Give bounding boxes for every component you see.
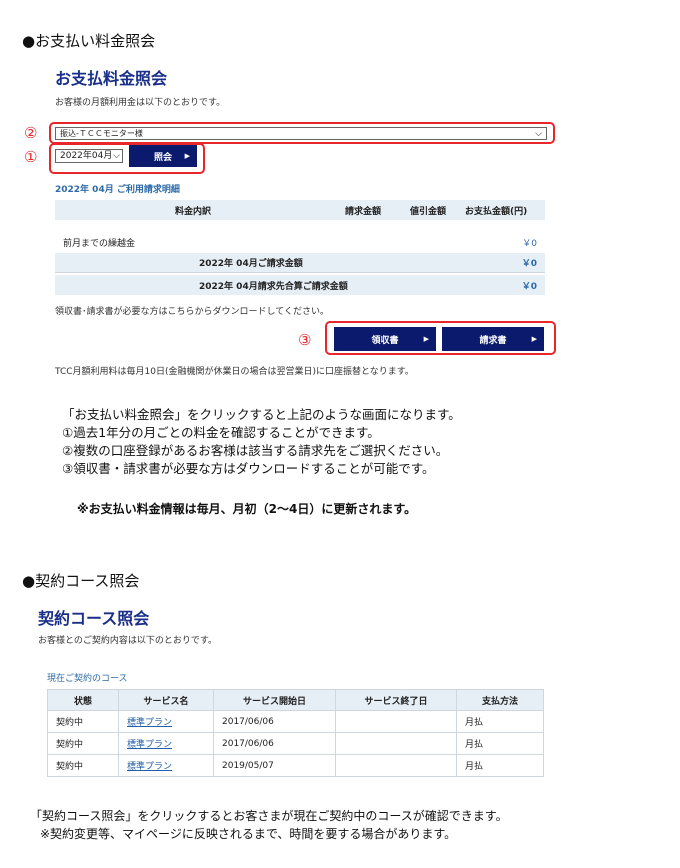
month-select-value: 2022年04月 bbox=[60, 151, 113, 161]
invoice-download-button[interactable]: 請求書 ▶ bbox=[442, 327, 544, 351]
download-note: 領収書･請求書が必要な方はこちらからダウンロードしてください。 bbox=[55, 307, 329, 317]
cell-service: 標準プラン bbox=[118, 732, 214, 755]
header-breakdown: 料金内訳 bbox=[175, 206, 212, 217]
cell-start: 2017/06/06 bbox=[213, 732, 336, 755]
inquiry-button-label: 照会 bbox=[153, 152, 172, 163]
row-label: 2022年 04月ご請求金額 bbox=[199, 259, 303, 269]
cell-status: 契約中 bbox=[47, 710, 119, 733]
row-label: 2022年 04月請求先合算ご請求金額 bbox=[199, 281, 348, 292]
account-select[interactable]: 振込-ＴＣＣモニター様 ⌵ bbox=[55, 127, 547, 140]
table-row: 契約中 標準プラン 2017/06/06 月払 bbox=[47, 710, 544, 733]
header-discount: 値引金額 bbox=[410, 206, 447, 217]
cell-status: 契約中 bbox=[47, 732, 119, 755]
page-title-payment: お支払料金照会 bbox=[55, 69, 168, 88]
header-payment: お支払金額(円) bbox=[465, 206, 528, 217]
account-select-value: 振込-ＴＣＣモニター様 bbox=[60, 129, 143, 138]
cell-end bbox=[335, 710, 457, 733]
invoice-button-label: 請求書 bbox=[479, 335, 507, 346]
cell-end bbox=[335, 732, 457, 755]
cell-payment: 月払 bbox=[456, 710, 544, 733]
header-payment-method: 支払方法 bbox=[456, 689, 544, 711]
cell-start: 2019/05/07 bbox=[213, 754, 336, 777]
marker-3: ③ bbox=[298, 331, 312, 349]
receipt-button-label: 領収書 bbox=[371, 335, 399, 346]
cell-end bbox=[335, 754, 457, 777]
row-label: 前月までの繰越金 bbox=[63, 238, 136, 249]
cell-status: 契約中 bbox=[47, 754, 119, 777]
row-value: ￥0 bbox=[521, 259, 537, 269]
update-note: ※お支払い料金情報は毎月、月初（2～4日）に更新されます。 bbox=[77, 502, 417, 516]
table-header-row: 状態 サービス名 サービス開始日 サービス終了日 支払方法 bbox=[47, 689, 544, 711]
current-course-label: 現在ご契約のコース bbox=[47, 674, 128, 684]
header-status: 状態 bbox=[47, 689, 119, 711]
explanation-line: 「お支払い料金照会」をクリックすると上記のような画面になります。 bbox=[62, 407, 461, 422]
header-start: サービス開始日 bbox=[213, 689, 336, 711]
row-value: ￥0 bbox=[521, 281, 537, 292]
inquiry-button[interactable]: 照会 ▶ bbox=[129, 145, 197, 167]
contract-table: 状態 サービス名 サービス開始日 サービス終了日 支払方法 契約中 標準プラン … bbox=[47, 689, 544, 777]
service-link[interactable]: 標準プラン bbox=[127, 718, 172, 728]
billing-row: 前月までの繰越金 ￥0 bbox=[55, 232, 545, 252]
table-row: 契約中 標準プラン 2017/06/06 月払 bbox=[47, 732, 544, 755]
marker-1: ① bbox=[24, 148, 38, 166]
cell-payment: 月払 bbox=[456, 754, 544, 777]
section-heading-payment: ●お支払い料金照会 bbox=[22, 32, 156, 50]
billing-row: 2022年 04月請求先合算ご請求金額 ￥0 bbox=[55, 275, 545, 295]
row-value: ￥0 bbox=[522, 238, 537, 249]
section-heading-contract: ●契約コース照会 bbox=[22, 572, 140, 590]
explanation-line: ②複数の口座登録があるお客様は該当する請求先をご選択ください。 bbox=[62, 443, 449, 458]
cell-service: 標準プラン bbox=[118, 754, 214, 777]
service-link[interactable]: 標準プラン bbox=[127, 762, 172, 772]
billing-table-header: 料金内訳 請求金額 値引金額 お支払金額(円) bbox=[55, 200, 545, 220]
arrow-right-icon: ▶ bbox=[184, 152, 190, 160]
contract-note: ※契約変更等、マイページに反映されるまで、時間を要する場合があります。 bbox=[40, 827, 457, 841]
billing-detail-label: 2022年 04月 ご利用請求明細 bbox=[55, 185, 180, 195]
arrow-right-icon: ▶ bbox=[423, 335, 429, 343]
table-row: 契約中 標準プラン 2019/05/07 月払 bbox=[47, 754, 544, 777]
chevron-down-icon: ⌵ bbox=[535, 129, 542, 139]
payment-subtitle: お客様の月額利用金は以下のとおりです。 bbox=[55, 98, 226, 108]
cell-payment: 月払 bbox=[456, 732, 544, 755]
contract-subtitle: お客様とのご契約内容は以下のとおりです。 bbox=[38, 636, 218, 646]
cell-start: 2017/06/06 bbox=[213, 710, 336, 733]
explanation-line: ①過去1年分の月ごとの料金を確認することができます。 bbox=[62, 425, 380, 440]
header-service: サービス名 bbox=[118, 689, 214, 711]
marker-2: ② bbox=[24, 124, 38, 142]
header-billed: 請求金額 bbox=[345, 206, 382, 217]
cell-service: 標準プラン bbox=[118, 710, 214, 733]
chevron-down-icon: ⌵ bbox=[113, 151, 120, 161]
debit-note: TCC月額利用料は毎月10日(金融機関が休業日の場合は翌営業日)に口座振替となり… bbox=[55, 367, 414, 377]
billing-row: 2022年 04月ご請求金額 ￥0 bbox=[55, 253, 545, 273]
month-select[interactable]: 2022年04月 ⌵ bbox=[55, 149, 123, 163]
arrow-right-icon: ▶ bbox=[531, 335, 537, 343]
header-end: サービス終了日 bbox=[335, 689, 457, 711]
contract-explanation: 「契約コース照会」をクリックするとお客さまが現在ご契約中のコースが確認できます。 bbox=[30, 809, 508, 823]
explanation-line: ③領収書・請求書が必要な方はダウンロードすることが可能です。 bbox=[62, 461, 435, 476]
receipt-download-button[interactable]: 領収書 ▶ bbox=[334, 327, 436, 351]
service-link[interactable]: 標準プラン bbox=[127, 740, 172, 750]
page-title-contract: 契約コース照会 bbox=[38, 609, 150, 628]
